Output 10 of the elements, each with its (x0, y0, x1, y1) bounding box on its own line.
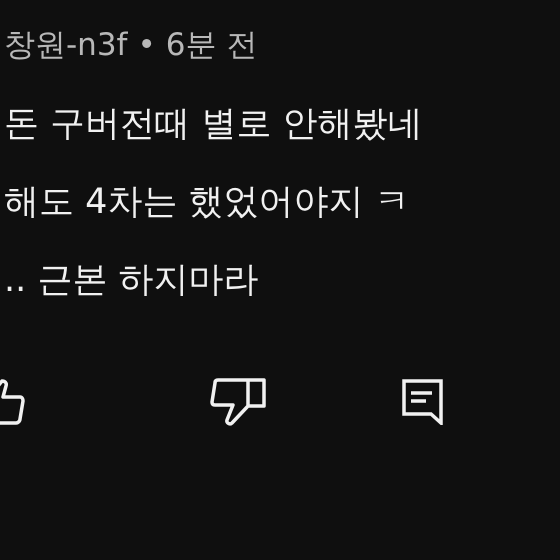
reply-button[interactable] (402, 379, 444, 425)
comment-time: 6분 전 (166, 26, 258, 65)
comment-text: 해도 4차는 했었어야지 ㅋ (4, 182, 411, 223)
thumbs-down-icon (210, 378, 266, 426)
comment-text: 돈 구버전때 별로 안해봤네 (4, 104, 424, 145)
dislike-button[interactable] (210, 378, 266, 426)
comment-icon (402, 379, 444, 425)
author-name[interactable]: 창원-n3f (4, 24, 128, 66)
separator-dot: • (137, 27, 156, 63)
comment-text: .. 근본 하지마라 (4, 260, 260, 301)
